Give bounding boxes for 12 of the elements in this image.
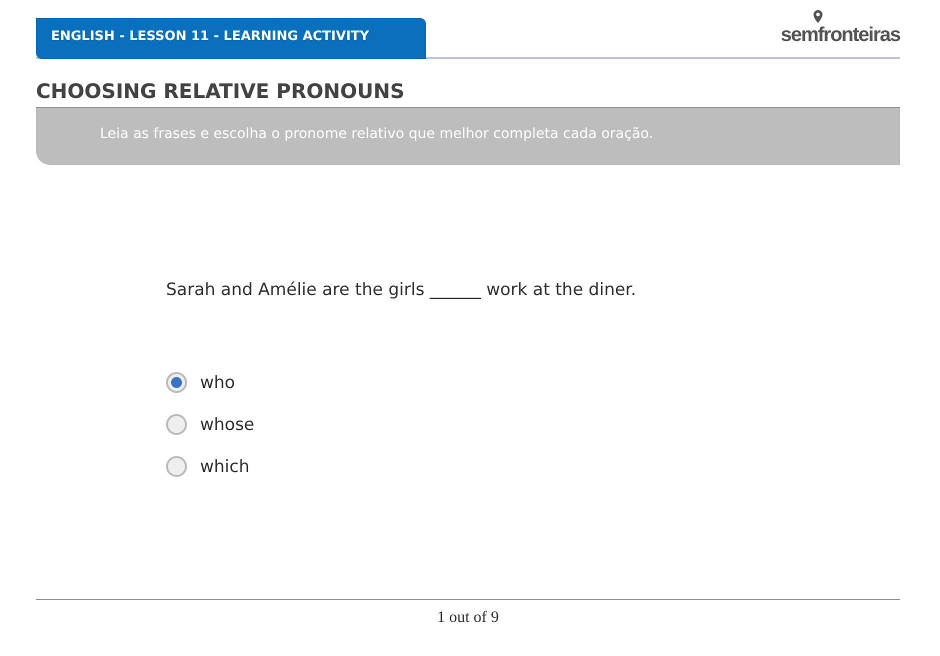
lesson-title: ENGLISH - LESSON 11 - LEARNING ACTIVITY — [36, 18, 426, 59]
answer-option[interactable]: whose — [166, 414, 254, 435]
radio-button[interactable] — [166, 372, 187, 393]
map-pin-icon — [812, 10, 823, 23]
answer-option[interactable]: which — [166, 456, 250, 477]
answer-option[interactable]: who — [166, 372, 236, 393]
logo-text: semfronteiras — [780, 24, 900, 46]
radio-button[interactable] — [166, 456, 187, 477]
question-text: Sarah and Amélie are the girls ______ work at the diner. — [166, 280, 638, 300]
radio-button[interactable] — [166, 414, 187, 435]
page-counter: 1 out of 9 — [437, 609, 499, 626]
instructions-text: Leia as frases e escolha o pronome relativo que melhor completa cada oração. — [100, 126, 654, 142]
